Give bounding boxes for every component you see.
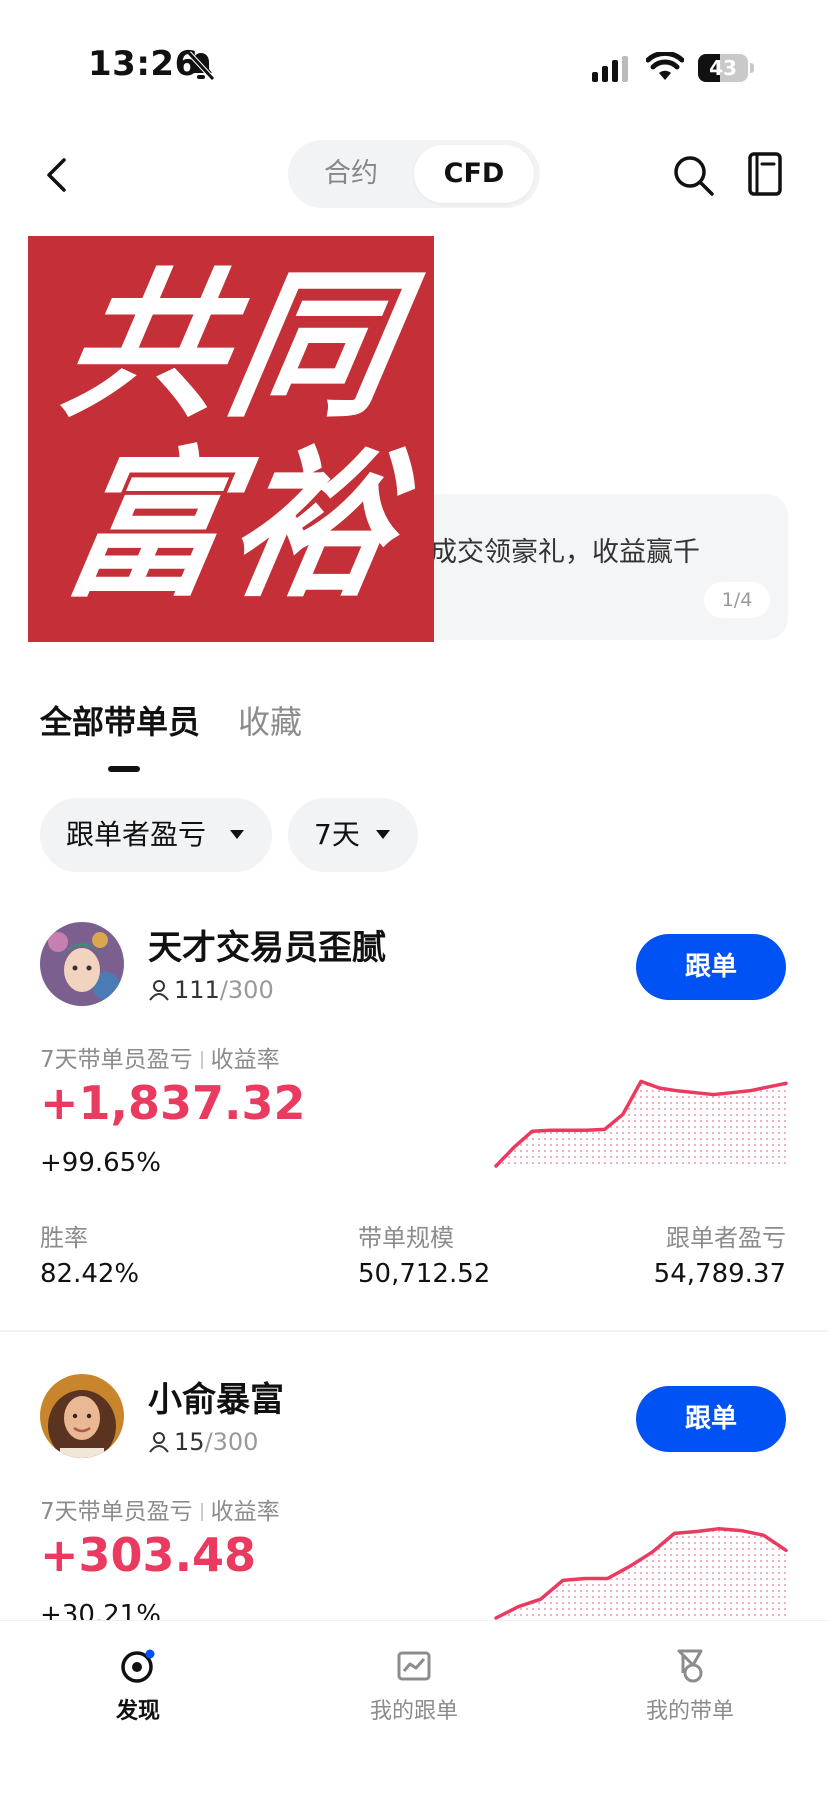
sparkline-area: [496, 1528, 786, 1618]
trader-name[interactable]: 小俞暴富: [148, 1372, 284, 1421]
caret-down-icon: [230, 830, 244, 839]
follower-pnl-value: 54,789.37: [653, 1259, 786, 1289]
tab-cfd[interactable]: CFD: [414, 145, 534, 203]
trader-tabs: 全部带单员 收藏: [40, 700, 800, 780]
followers-max: /300: [204, 1428, 259, 1456]
pnl-label-text: 7天带单员盈亏: [40, 1499, 193, 1525]
pnl-sparkline: [494, 1079, 788, 1168]
follower-pnl-label: 跟单者盈亏: [666, 1224, 786, 1252]
banner-page-indicator: 1/4: [704, 582, 770, 618]
stat-follower-pnl: 跟单者盈亏 54,789.37: [654, 1218, 786, 1289]
stat-scale: 带单规模 50,712.52: [358, 1218, 490, 1289]
tab-contract[interactable]: 合约: [296, 145, 406, 203]
sort-filter-label: 跟单者盈亏: [66, 818, 207, 851]
promo-logo: 共 同 富 裕: [28, 236, 434, 642]
nav-my-follows[interactable]: 我的跟单: [334, 1647, 494, 1737]
battery-level: 43: [709, 56, 737, 80]
sparkline-area: [496, 1081, 786, 1166]
scale-value: 50,712.52: [358, 1259, 491, 1289]
nav-discover-label: 发现: [115, 1699, 160, 1724]
nav-my-leads-label: 我的带单: [645, 1699, 734, 1724]
pnl-value: +303.48: [40, 1528, 257, 1582]
nav-bar: 合约 CFD: [0, 130, 828, 220]
search-icon[interactable]: [670, 152, 716, 198]
nav-my-leads[interactable]: 我的带单: [610, 1647, 770, 1737]
win-rate-value: 82.42%: [40, 1259, 140, 1289]
roi-label-text: 收益率: [210, 1047, 280, 1073]
pnl-label-text: 7天带单员盈亏: [40, 1047, 193, 1073]
scale-label: 带单规模: [358, 1224, 454, 1252]
nav-discover[interactable]: 发现: [58, 1647, 218, 1737]
period-filter[interactable]: 7天: [288, 798, 418, 872]
followers-current: 15: [174, 1428, 205, 1456]
avatar[interactable]: [40, 1374, 124, 1458]
followers-max: /300: [219, 976, 274, 1004]
user-icon: [149, 1432, 169, 1453]
sort-filter[interactable]: 跟单者盈亏: [40, 798, 272, 872]
wifi-icon: [646, 52, 684, 80]
follower-count: 111/300: [148, 976, 274, 1004]
trader-name[interactable]: 天才交易员歪腻: [148, 920, 386, 969]
signal-icon: [592, 56, 628, 82]
tab-indicator: [108, 766, 140, 772]
roi-label-text: 收益率: [210, 1499, 280, 1525]
discover-icon: [121, 1649, 155, 1683]
chart-board-icon: [397, 1651, 431, 1681]
follow-button[interactable]: 跟单: [636, 1386, 786, 1452]
follow-button[interactable]: 跟单: [636, 934, 786, 1000]
chevron-left-icon: [47, 158, 66, 192]
tab-favorites[interactable]: 收藏: [238, 700, 302, 744]
status-bar: 13:26 43: [0, 0, 828, 120]
bell-slash-icon: [187, 51, 215, 81]
pnl-value: +1,837.32: [40, 1076, 306, 1130]
banner-text: 成交领豪礼，收益赢千: [430, 537, 700, 568]
battery-icon: 43: [698, 54, 754, 82]
tab-all-traders[interactable]: 全部带单员: [40, 700, 200, 744]
stat-win-rate: 胜率 82.42%: [40, 1218, 139, 1289]
pnl-label: 7天带单员盈亏 收益率: [40, 1492, 280, 1526]
nav-my-follows-label: 我的跟单: [369, 1699, 458, 1724]
avatar[interactable]: [40, 922, 124, 1006]
product-switch: 合约 CFD: [288, 140, 540, 208]
followers-current: 111: [174, 976, 220, 1004]
bottom-nav: 发现 我的跟单 我的带单: [0, 1620, 828, 1801]
follower-count: 15/300: [148, 1428, 258, 1456]
user-icon: [149, 980, 169, 1001]
win-rate-label: 胜率: [40, 1224, 88, 1252]
divider: [0, 1330, 828, 1332]
trader-card[interactable]: 天才交易员歪腻 111/300 跟单 7天带单员盈亏 收益率 +1,837.32 …: [0, 916, 828, 1326]
logo-char: 裕: [215, 432, 409, 619]
medal-icon: [677, 1649, 703, 1683]
roi-value: +99.65%: [40, 1148, 161, 1178]
back-button[interactable]: [36, 152, 76, 198]
pnl-label: 7天带单员盈亏 收益率: [40, 1040, 280, 1074]
caret-down-icon: [376, 830, 390, 839]
status-time: 13:26: [88, 44, 199, 84]
book-icon[interactable]: [744, 150, 786, 198]
trader-card[interactable]: 小俞暴富 15/300 跟单 7天带单员盈亏 收益率 +303.48 +30.21…: [0, 1368, 828, 1630]
logo-char: 同: [215, 252, 409, 439]
pnl-sparkline: [494, 1526, 788, 1620]
period-filter-label: 7天: [314, 818, 360, 851]
